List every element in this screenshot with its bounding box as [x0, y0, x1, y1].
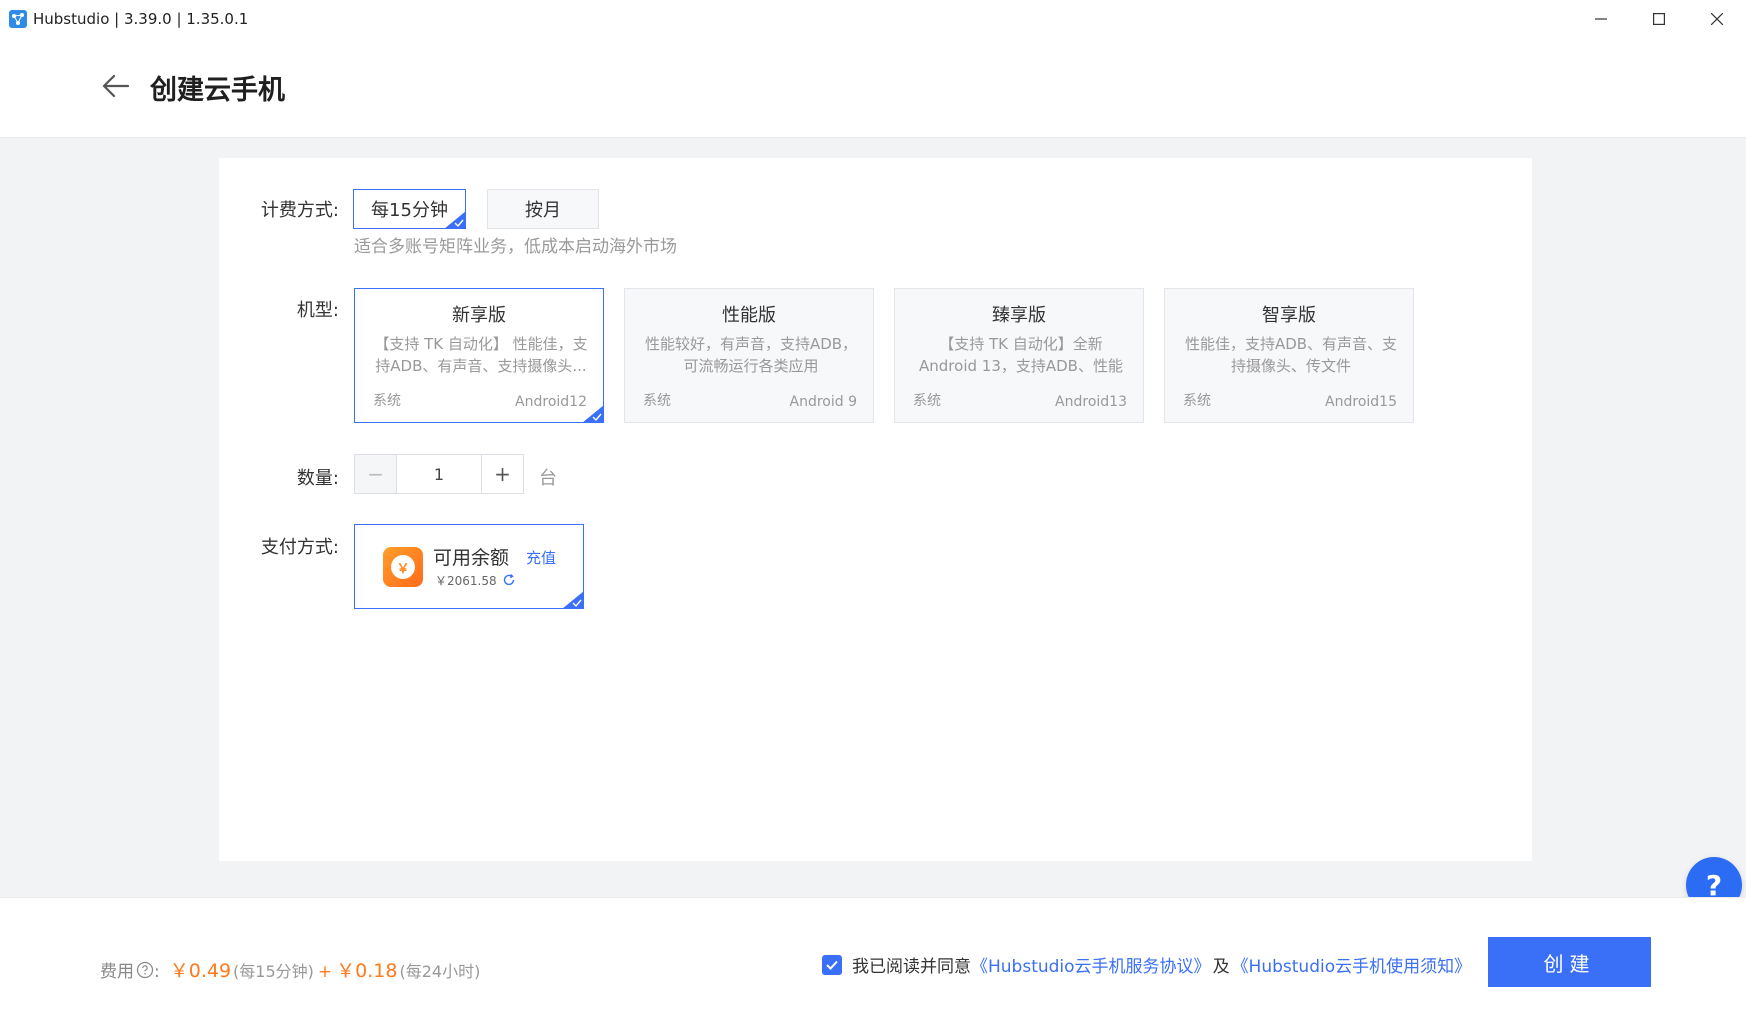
page-title: 创建云手机 [150, 75, 285, 106]
quantity-label: 数量: [296, 468, 339, 489]
window-controls [1572, 0, 1746, 38]
model-name: 新享版 [452, 305, 506, 326]
model-system-label: 系统 [913, 393, 941, 409]
fee-colon: : [154, 962, 160, 982]
price-per-24-hours: ￥0.18 [336, 960, 398, 982]
model-card-zhenxiang[interactable]: 臻享版 【支持 TK 自动化】全新Android 13，支持ADB、性能好，有声… [894, 288, 1144, 423]
decrement-button[interactable]: − [355, 455, 397, 493]
model-version: Android12 [515, 394, 587, 410]
selected-corner-check-icon [444, 211, 466, 229]
title-bar: Hubstudio | 3.39.0 | 1.35.0.1 [0, 0, 1746, 38]
close-icon [1711, 13, 1723, 25]
selected-corner-check-icon [562, 591, 584, 609]
quantity-stepper: − + [354, 454, 524, 494]
model-name: 臻享版 [992, 305, 1046, 326]
selected-corner-check-icon [582, 405, 604, 423]
model-card-xingneng[interactable]: 性能版 性能较好，有声音，支持ADB，可流畅运行各类应用 系统 Android … [624, 288, 874, 423]
agreement-row: 我已阅读并同意 《Hubstudio云手机服务协议》 及 《Hubstudio云… [822, 952, 1471, 977]
fee-summary: 费用 : ￥0.49 (每15分钟) + ￥0.18 (每24小时) [100, 956, 480, 983]
maximize-button[interactable] [1630, 0, 1688, 38]
billing-hint: 适合多账号矩阵业务，低成本启动海外市场 [354, 237, 677, 257]
plus-sign: + [317, 962, 333, 982]
model-version: Android 9 [789, 394, 857, 410]
billing-label: 计费方式: [260, 200, 339, 221]
balance-amount: ￥2061.58 [435, 574, 497, 588]
question-circle-icon[interactable] [136, 961, 154, 979]
wallet-icon: ￥ [383, 547, 423, 587]
agreement-text: 我已阅读并同意 [852, 957, 971, 977]
usage-notice-link[interactable]: 《Hubstudio云手机使用须知》 [1232, 952, 1472, 977]
billing-option-monthly[interactable]: 按月 [487, 189, 599, 229]
service-agreement-link[interactable]: 《Hubstudio云手机服务协议》 [971, 952, 1211, 977]
fee-label: 费用 [100, 962, 134, 982]
payment-option-balance[interactable]: ￥ 可用余额 充值 ￥2061.58 [354, 524, 584, 609]
recharge-link[interactable]: 充值 [526, 547, 556, 568]
payment-title: 可用余额 [433, 547, 510, 569]
close-button[interactable] [1688, 0, 1746, 38]
model-desc: 【支持 TK 自动化】全新Android 13，支持ADB、性能好，有声... [919, 335, 1123, 375]
footer-bar: 费用 : ￥0.49 (每15分钟) + ￥0.18 (每24小时) 我已阅读并… [0, 897, 1746, 1022]
quantity-input[interactable] [397, 455, 481, 493]
hubstudio-logo-icon [9, 10, 27, 28]
model-label: 机型: [296, 300, 339, 321]
agreement-and: 及 [1212, 957, 1230, 977]
minimize-button[interactable] [1572, 0, 1630, 38]
quantity-unit: 台 [539, 468, 557, 489]
model-system-label: 系统 [1183, 393, 1211, 409]
minimize-icon [1595, 18, 1607, 20]
model-desc: 性能佳，支持ADB、有声音、支持摄像头、传文件 [1184, 335, 1398, 375]
back-button[interactable] [100, 70, 132, 102]
app-window: Hubstudio | 3.39.0 | 1.35.0.1 创建云手机 计费方式… [0, 0, 1746, 1022]
maximize-icon [1653, 13, 1665, 25]
model-system-label: 系统 [373, 393, 401, 409]
increment-button[interactable]: + [481, 455, 523, 493]
model-version: Android15 [1325, 394, 1397, 410]
checkmark-icon [826, 960, 838, 970]
model-name: 智享版 [1262, 305, 1316, 326]
create-button[interactable]: 创建 [1488, 937, 1651, 987]
model-card-xinxiang[interactable]: 新享版 【支持 TK 自动化】 性能佳，支持ADB、有声音、支持摄像头... 系… [354, 288, 604, 423]
model-card-zhixiang[interactable]: 智享版 性能佳，支持ADB、有声音、支持摄像头、传文件 系统 Android15 [1164, 288, 1414, 423]
model-name: 性能版 [722, 305, 776, 326]
price-unit-15-min: (每15分钟) [233, 962, 314, 981]
billing-option-label: 按月 [525, 200, 561, 221]
price-per-15-min: ￥0.49 [169, 960, 232, 982]
yuan-coin-icon: ￥ [391, 555, 415, 579]
refresh-icon[interactable] [502, 573, 516, 587]
agreement-checkbox[interactable] [822, 954, 842, 975]
billing-option-per-15-min[interactable]: 每15分钟 [353, 189, 466, 229]
arrow-left-icon [102, 74, 130, 98]
model-system-label: 系统 [643, 393, 671, 409]
model-version: Android13 [1055, 394, 1127, 410]
billing-option-label: 每15分钟 [371, 200, 448, 221]
price-unit-24-hours: (每24小时) [399, 962, 481, 981]
payment-label: 支付方式: [260, 537, 339, 558]
model-desc: 【支持 TK 自动化】 性能佳，支持ADB、有声音、支持摄像头... [374, 335, 588, 375]
page-header: 创建云手机 [0, 38, 1746, 138]
model-desc: 性能较好，有声音，支持ADB，可流畅运行各类应用 [644, 335, 858, 375]
form-card: 计费方式: 每15分钟 按月 适合多账号矩阵业务，低成本启动海外市场 机型: 新… [219, 158, 1532, 861]
window-title: Hubstudio | 3.39.0 | 1.35.0.1 [33, 10, 249, 28]
